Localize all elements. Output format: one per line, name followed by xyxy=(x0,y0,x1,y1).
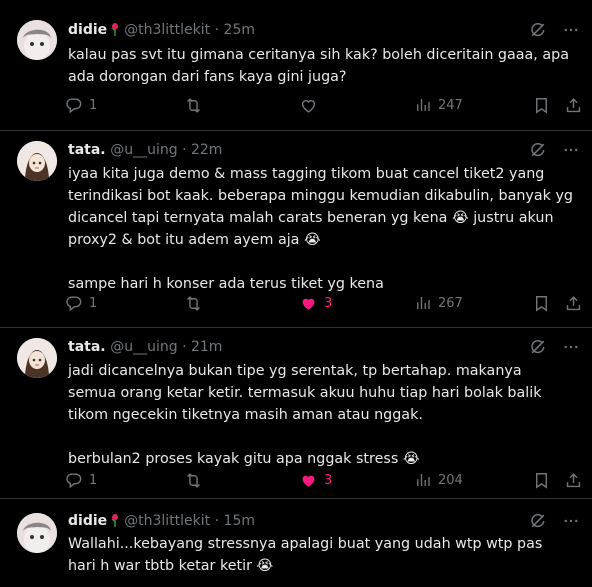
share-button[interactable] xyxy=(564,96,583,115)
bookmark-button[interactable] xyxy=(532,471,551,490)
share-button[interactable] xyxy=(564,294,583,313)
more-icon[interactable] xyxy=(562,141,580,159)
bookmark-button[interactable] xyxy=(532,294,551,313)
retweet-button[interactable] xyxy=(184,294,203,313)
heart-icon xyxy=(299,471,318,490)
like-button[interactable] xyxy=(299,96,324,115)
reply-button[interactable]: 1 xyxy=(64,96,97,115)
avatar[interactable] xyxy=(17,513,57,553)
tweet-text: kalau pas svt itu gimana ceritanya sih k… xyxy=(68,47,574,85)
avatar[interactable] xyxy=(17,141,57,181)
heart-icon xyxy=(299,294,318,313)
timestamp[interactable]: 25m xyxy=(224,22,255,38)
timestamp[interactable]: 21m xyxy=(191,339,222,355)
reply-button[interactable]: 1 xyxy=(64,294,97,313)
like-button[interactable]: 3 xyxy=(299,471,332,490)
views-icon xyxy=(414,471,432,489)
retweet-button[interactable] xyxy=(184,96,203,115)
bookmark-icon xyxy=(532,471,551,490)
views-icon xyxy=(414,294,432,312)
views-icon xyxy=(414,96,432,114)
timestamp[interactable]: 15m xyxy=(224,513,255,529)
tweet-text: iyaa kita juga demo & mass tagging tikom… xyxy=(68,166,573,292)
display-name[interactable]: didie xyxy=(68,513,107,529)
rose-icon xyxy=(110,513,120,527)
grok-icon[interactable] xyxy=(528,511,548,531)
tweet-1[interactable]: didie @th3littlekit · 25m kalau pas svt i… xyxy=(0,0,592,131)
user-handle[interactable]: @u__uing xyxy=(110,339,177,355)
tweet-2[interactable]: tata. @u__uing · 22m iyaa kita juga demo… xyxy=(0,131,592,328)
user-handle[interactable]: @u__uing xyxy=(110,142,177,158)
timestamp[interactable]: 22m xyxy=(191,142,222,158)
more-icon[interactable] xyxy=(562,21,580,39)
tweet-text: Wallahi...kebayang stressnya apalagi bua… xyxy=(68,536,547,574)
share-icon xyxy=(564,96,583,115)
grok-icon[interactable] xyxy=(528,140,548,160)
tweet-text: jadi dicancelnya bukan tipe yg serentak,… xyxy=(68,363,542,467)
reply-icon xyxy=(64,471,83,490)
display-name[interactable]: didie xyxy=(68,22,107,38)
views-button[interactable]: 267 xyxy=(414,294,463,312)
retweet-icon xyxy=(184,294,203,313)
share-icon xyxy=(564,294,583,313)
like-button[interactable]: 3 xyxy=(299,294,332,313)
bookmark-icon xyxy=(532,96,551,115)
display-name[interactable]: tata. xyxy=(68,339,106,355)
heart-icon xyxy=(299,96,318,115)
user-handle[interactable]: @th3littlekit xyxy=(124,22,210,38)
views-button[interactable]: 204 xyxy=(414,471,463,489)
reply-button[interactable]: 1 xyxy=(64,471,97,490)
share-icon xyxy=(564,471,583,490)
bookmark-button[interactable] xyxy=(532,96,551,115)
reply-icon xyxy=(64,96,83,115)
reply-icon xyxy=(64,294,83,313)
share-button[interactable] xyxy=(564,471,583,490)
user-handle[interactable]: @th3littlekit xyxy=(124,513,210,529)
avatar[interactable] xyxy=(17,20,57,60)
grok-icon[interactable] xyxy=(528,20,548,40)
more-icon[interactable] xyxy=(562,512,580,530)
more-icon[interactable] xyxy=(562,338,580,356)
display-name[interactable]: tata. xyxy=(68,142,106,158)
bookmark-icon xyxy=(532,294,551,313)
retweet-icon xyxy=(184,96,203,115)
retweet-icon xyxy=(184,471,203,490)
avatar[interactable] xyxy=(17,338,57,378)
views-button[interactable]: 247 xyxy=(414,96,463,114)
rose-icon xyxy=(110,22,120,36)
tweet-4[interactable]: didie @th3littlekit · 15m Wallahi...kebay… xyxy=(0,499,592,587)
tweet-3[interactable]: tata. @u__uing · 21m jadi dicancelnya bu… xyxy=(0,328,592,499)
retweet-button[interactable] xyxy=(184,471,203,490)
grok-icon[interactable] xyxy=(528,337,548,357)
